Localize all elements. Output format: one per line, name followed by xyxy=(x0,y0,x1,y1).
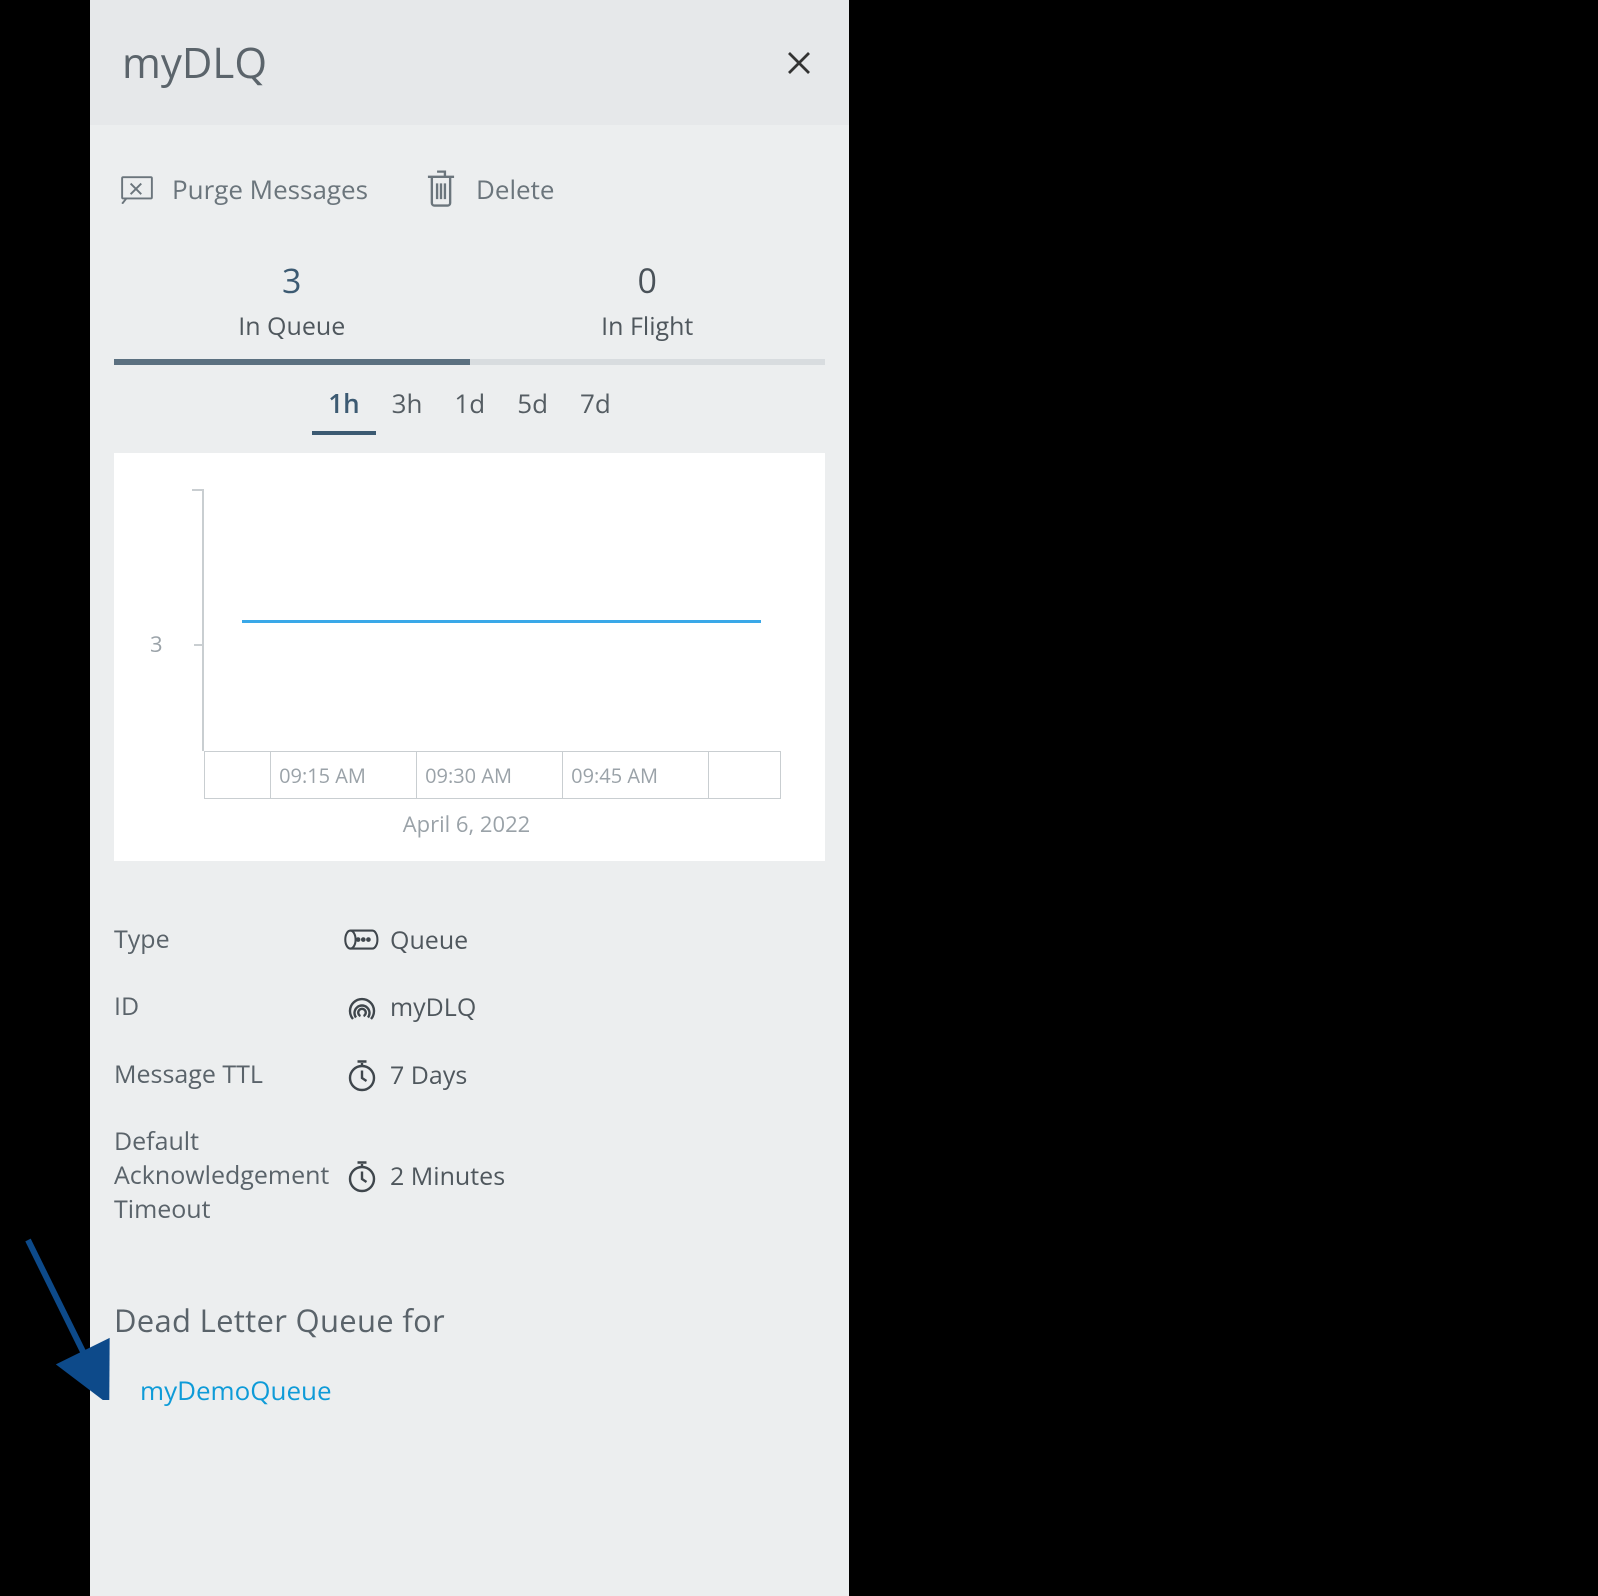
in-queue-label: In Queue xyxy=(114,309,470,343)
dlq-source-queue-link[interactable]: myDemoQueue xyxy=(114,1372,825,1408)
queue-title: myDLQ xyxy=(122,34,267,91)
prop-ack-timeout: Default Acknowledgement Timeout 2 Minute… xyxy=(114,1109,825,1242)
action-bar: Purge Messages Delete xyxy=(114,153,825,225)
in-flight-label: In Flight xyxy=(470,309,826,343)
tab-in-queue[interactable]: 3 In Queue xyxy=(114,247,470,359)
time-range-selector: 1h 3h 1d 5d 7d xyxy=(114,379,825,435)
count-tabs: 3 In Queue 0 In Flight xyxy=(114,247,825,359)
tab-in-flight[interactable]: 0 In Flight xyxy=(470,247,826,359)
property-list: Type Queue ID myDLQ Message TTL 7 Days xyxy=(114,907,825,1242)
trash-icon xyxy=(424,172,458,206)
close-button[interactable] xyxy=(781,45,817,81)
dlq-section-title: Dead Letter Queue for xyxy=(114,1300,825,1342)
range-1d[interactable]: 1d xyxy=(438,379,501,435)
purge-icon xyxy=(120,172,154,206)
range-3h[interactable]: 3h xyxy=(376,379,439,435)
clock-icon xyxy=(344,1158,380,1194)
chart-card: 3 09:15 AM 09:30 AM 09:45 AM April 6, 20… xyxy=(114,453,825,861)
tab-underline xyxy=(114,359,825,365)
prop-ttl: Message TTL 7 Days xyxy=(114,1041,825,1109)
close-icon xyxy=(784,48,814,78)
range-5d[interactable]: 5d xyxy=(501,379,564,435)
in-queue-count: 3 xyxy=(114,257,470,303)
prop-type: Type Queue xyxy=(114,907,825,973)
prop-id: ID myDLQ xyxy=(114,973,825,1041)
y-tick-label: 3 xyxy=(150,629,163,659)
x-tick: 09:15 AM xyxy=(271,752,417,798)
clock-icon xyxy=(344,1057,380,1093)
range-7d[interactable]: 7d xyxy=(564,379,627,435)
in-flight-count: 0 xyxy=(470,257,826,303)
range-1h[interactable]: 1h xyxy=(312,379,375,435)
purge-messages-button[interactable]: Purge Messages xyxy=(120,171,368,207)
chart-date: April 6, 2022 xyxy=(132,809,801,839)
queue-detail-panel: myDLQ Purge Messages Delete 3 In Qu xyxy=(90,0,849,1596)
panel-header: myDLQ xyxy=(90,0,849,125)
fingerprint-icon xyxy=(344,989,380,1025)
delete-label: Delete xyxy=(476,171,555,207)
delete-button[interactable]: Delete xyxy=(424,171,555,207)
queue-icon xyxy=(344,928,380,951)
message-count-chart: 3 09:15 AM 09:30 AM 09:45 AM xyxy=(132,489,801,799)
panel-body: Purge Messages Delete 3 In Queue 0 In Fl… xyxy=(90,125,849,1448)
x-tick: 09:30 AM xyxy=(417,752,563,798)
x-axis: 09:15 AM 09:30 AM 09:45 AM xyxy=(204,751,781,799)
purge-label: Purge Messages xyxy=(172,171,368,207)
x-tick: 09:45 AM xyxy=(563,752,709,798)
chart-series-line xyxy=(242,620,761,623)
